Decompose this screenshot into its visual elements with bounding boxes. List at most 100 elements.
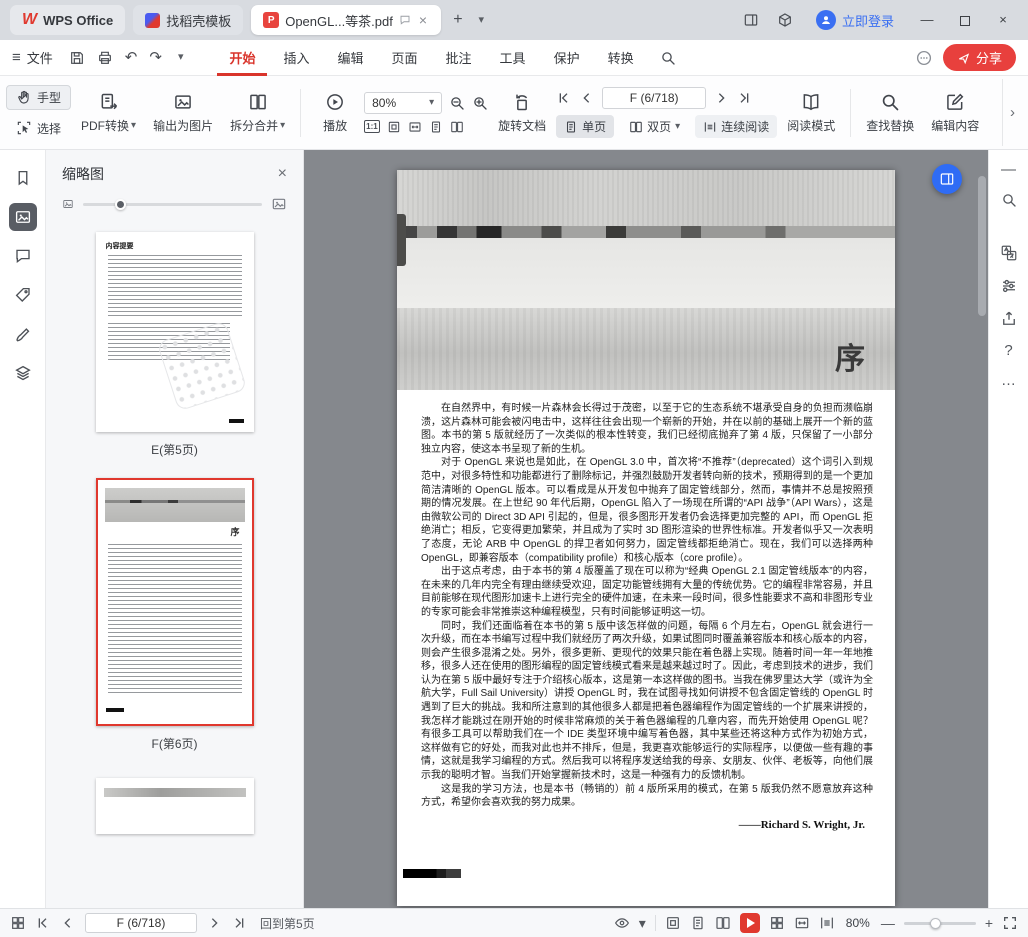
page-number-input[interactable]: F (6/718) xyxy=(602,87,706,109)
statusbar-last-page-icon[interactable] xyxy=(231,915,247,931)
thumbnails-rail-button[interactable] xyxy=(9,203,37,231)
tab-tools[interactable]: 工具 xyxy=(488,40,538,76)
double-page-toggle[interactable]: 双页 ▾ xyxy=(621,115,688,138)
pdf-convert-button[interactable]: PDF转换▾ xyxy=(74,88,143,138)
next-page-icon[interactable] xyxy=(713,90,729,106)
edit-content-button[interactable]: 编辑内容 xyxy=(924,88,986,138)
save-icon[interactable] xyxy=(69,50,85,66)
print-icon[interactable] xyxy=(97,50,113,66)
zoom-slider-knob[interactable] xyxy=(930,918,941,929)
tab-close-icon[interactable]: × xyxy=(417,12,429,28)
single-page-toggle[interactable]: 单页 xyxy=(556,115,614,138)
fit-width-icon[interactable] xyxy=(408,120,422,134)
tags-rail-button[interactable] xyxy=(9,281,37,309)
document-viewer[interactable]: 序 在自然界中，有时候一片森林会长得过于茂密，以至于它的生态系统不堪承受自身的负… xyxy=(304,150,988,908)
continuous-view-icon[interactable] xyxy=(819,915,835,931)
slider-knob[interactable] xyxy=(115,199,126,210)
export-image-button[interactable]: 输出为图片 xyxy=(146,88,220,138)
thumbnail-grid-icon[interactable] xyxy=(10,915,26,931)
double-page-view-icon[interactable] xyxy=(715,915,731,931)
split-merge-button[interactable]: 拆分合并▾ xyxy=(223,88,292,138)
slideshow-play-button[interactable] xyxy=(740,913,760,933)
first-page-icon[interactable] xyxy=(556,90,572,106)
tab-insert[interactable]: 插入 xyxy=(271,40,321,76)
zoom-minus-icon[interactable]: — xyxy=(881,916,895,930)
select-tool-button[interactable]: 选择 xyxy=(6,116,71,141)
redo-icon[interactable]: ↷ xyxy=(149,50,162,65)
zoom-out-icon[interactable] xyxy=(449,95,465,111)
ribbon-search-icon[interactable] xyxy=(660,50,676,66)
last-page-icon[interactable] xyxy=(736,90,752,106)
document-tab[interactable]: P OpenGL...等茶.pdf × xyxy=(251,5,441,35)
zoom-plus-icon[interactable]: + xyxy=(985,916,993,930)
zoom-slider[interactable] xyxy=(904,922,976,925)
fit-page-view-icon[interactable] xyxy=(665,915,681,931)
search-icon[interactable] xyxy=(1001,192,1017,208)
previous-page-icon[interactable] xyxy=(579,90,595,106)
statusbar-next-page-icon[interactable] xyxy=(206,915,222,931)
multi-page-view-icon[interactable] xyxy=(769,915,785,931)
export-icon[interactable] xyxy=(1000,310,1018,328)
more-icon[interactable]: … xyxy=(1001,373,1016,388)
rotate-document-button[interactable]: 旋转文档 xyxy=(491,88,553,138)
thumbnail-page-7[interactable] xyxy=(96,778,254,834)
translate-icon[interactable] xyxy=(1000,244,1018,262)
rotate-right-icon[interactable] xyxy=(450,120,464,134)
quick-access-chevron-icon[interactable]: ▾ xyxy=(174,52,188,63)
toolbar-expand-button[interactable]: › xyxy=(1002,79,1022,146)
bookmarks-rail-button[interactable] xyxy=(9,164,37,192)
tab-comment[interactable]: 批注 xyxy=(434,40,484,76)
zoom-select[interactable]: 80% ▾ xyxy=(364,92,442,114)
statusbar-previous-page-icon[interactable] xyxy=(60,915,76,931)
view-mode-eye-icon[interactable] xyxy=(614,915,630,931)
comments-rail-button[interactable] xyxy=(9,242,37,270)
fullscreen-icon[interactable] xyxy=(1002,915,1018,931)
collapse-icon[interactable]: — xyxy=(1001,162,1016,177)
adjust-settings-icon[interactable] xyxy=(1000,277,1018,295)
login-button[interactable]: 立即登录 xyxy=(816,10,894,30)
view-mode-chevron-icon[interactable]: ▾ xyxy=(639,916,646,930)
workspace-cube-icon[interactable] xyxy=(777,12,793,28)
panel-close-icon[interactable]: × xyxy=(278,166,287,182)
new-tab-button[interactable]: + xyxy=(449,12,466,28)
docer-template-tab[interactable]: 找稻壳模板 xyxy=(133,5,243,35)
thumbnail-page-5[interactable]: 内容提要 xyxy=(96,232,254,432)
statusbar-page-input[interactable]: F (6/718) xyxy=(85,913,197,933)
signature-rail-button[interactable] xyxy=(9,320,37,348)
zoom-in-icon[interactable] xyxy=(472,95,488,111)
rotate-left-icon[interactable] xyxy=(429,120,443,134)
file-menu-button[interactable]: ≡ 文件 xyxy=(12,48,53,67)
actual-size-icon[interactable]: 1:1 xyxy=(364,120,380,133)
fit-width-view-icon[interactable] xyxy=(794,915,810,931)
thumbnail-page-6-selected[interactable]: 序 xyxy=(96,478,254,726)
tab-protect[interactable]: 保护 xyxy=(542,40,592,76)
assistant-icon[interactable] xyxy=(915,49,933,67)
tab-convert[interactable]: 转换 xyxy=(596,40,646,76)
find-replace-button[interactable]: 查找替换 xyxy=(859,88,921,138)
maximize-button[interactable] xyxy=(950,0,980,40)
wps-home-tab[interactable]: W WPS Office xyxy=(10,5,125,35)
vertical-scrollbar[interactable] xyxy=(978,154,986,904)
minimize-button[interactable]: — xyxy=(912,0,942,40)
tab-edit[interactable]: 编辑 xyxy=(326,40,376,76)
play-button[interactable]: 播放 xyxy=(309,88,361,138)
layers-rail-button[interactable] xyxy=(9,359,37,387)
fit-page-icon[interactable] xyxy=(387,120,401,134)
undo-icon[interactable]: ↶ xyxy=(125,50,138,65)
tab-page[interactable]: 页面 xyxy=(380,40,430,76)
help-icon[interactable]: ? xyxy=(1004,343,1012,358)
back-to-page-link[interactable]: 回到第5页 xyxy=(260,915,315,932)
hand-tool-button[interactable]: 手型 xyxy=(6,85,71,110)
continuous-reading-toggle[interactable]: 连续阅读 xyxy=(695,115,777,138)
single-page-view-icon[interactable] xyxy=(690,915,706,931)
tab-list-chevron-icon[interactable]: ▾ xyxy=(475,15,489,26)
tab-home[interactable]: 开始 xyxy=(217,40,267,76)
read-mode-button[interactable]: 阅读模式 xyxy=(780,88,842,138)
split-window-icon[interactable] xyxy=(743,12,759,28)
scrollbar-thumb[interactable] xyxy=(978,176,986,316)
floating-tool-button[interactable] xyxy=(932,164,962,194)
thumbnail-size-slider[interactable] xyxy=(83,203,262,206)
statusbar-first-page-icon[interactable] xyxy=(35,915,51,931)
window-close-button[interactable]: × xyxy=(988,0,1018,40)
share-button[interactable]: 分享 xyxy=(943,44,1016,71)
